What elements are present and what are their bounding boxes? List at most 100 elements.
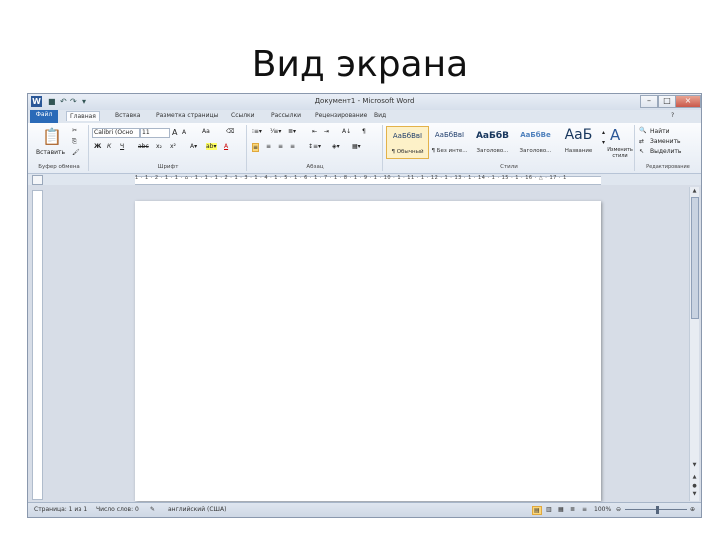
- scroll-thumb[interactable]: [691, 197, 699, 319]
- scroll-up-icon[interactable]: ▲: [690, 188, 699, 194]
- next-page-icon[interactable]: ▼: [690, 491, 699, 497]
- tab-insert[interactable]: Вставка: [112, 111, 143, 120]
- increase-indent-icon[interactable]: ⇥: [324, 128, 329, 135]
- align-left-icon[interactable]: ≡: [252, 143, 260, 152]
- tab-file[interactable]: Файл: [30, 110, 58, 123]
- underline-button[interactable]: Ч: [120, 143, 124, 150]
- strike-button[interactable]: abc: [138, 143, 149, 150]
- align-right-icon[interactable]: ≡: [278, 143, 283, 150]
- tab-selector-icon[interactable]: [32, 175, 43, 185]
- tab-mailings[interactable]: Рассылки: [268, 111, 304, 120]
- full-screen-icon[interactable]: ▥: [546, 506, 552, 513]
- line-spacing-icon[interactable]: ↕≡▾: [308, 143, 321, 150]
- font-name-select[interactable]: Calibri (Осно: [92, 128, 140, 138]
- style-no-spacing[interactable]: АаБбВвІ ¶ Без инте...: [429, 126, 470, 157]
- bullets-icon[interactable]: ⁝≡▾: [252, 128, 262, 135]
- word-count[interactable]: Число слов: 0: [96, 506, 139, 513]
- change-styles-button[interactable]: Изменить стили: [606, 147, 634, 159]
- borders-icon[interactable]: ▦▾: [352, 143, 361, 150]
- minimize-button[interactable]: –: [640, 95, 658, 108]
- style-name: Название: [564, 148, 593, 154]
- decrease-indent-icon[interactable]: ⇤: [312, 128, 317, 135]
- vertical-ruler: [32, 190, 43, 500]
- style-heading-1[interactable]: АаБбВ Заголово...: [472, 126, 513, 157]
- tab-page-layout[interactable]: Разметка страницы: [153, 111, 221, 120]
- bold-button[interactable]: Ж: [94, 143, 101, 150]
- status-bar: Страница: 1 из 1 Число слов: 0 ✎ английс…: [28, 502, 701, 517]
- ribbon: 📋 Вставить ✂ ⎘ 🖌 Буфер обмена Calibri (О…: [28, 123, 701, 174]
- title-bar: W ■ ↶ ↷ ▾ Документ1 - Microsoft Word – □…: [28, 94, 701, 110]
- style-title[interactable]: АаБ Название: [558, 126, 599, 157]
- copy-icon[interactable]: ⎘: [72, 138, 77, 146]
- select-icon[interactable]: ↖: [639, 148, 644, 155]
- language-status[interactable]: английский (США): [168, 506, 226, 513]
- print-layout-icon[interactable]: ▤: [532, 506, 542, 515]
- superscript-button[interactable]: x²: [170, 143, 176, 150]
- replace-button[interactable]: Заменить: [650, 138, 681, 145]
- web-layout-icon[interactable]: ▦: [558, 506, 564, 513]
- paste-icon: 📋: [42, 127, 62, 146]
- editing-label: Редактирование: [646, 164, 690, 170]
- find-button[interactable]: Найти: [650, 128, 669, 135]
- zoom-out-icon[interactable]: ⊖: [616, 506, 621, 513]
- zoom-in-icon[interactable]: ⊕: [690, 506, 695, 513]
- maximize-button[interactable]: □: [658, 95, 676, 108]
- document-page[interactable]: [135, 201, 601, 501]
- tab-home[interactable]: Главная: [66, 111, 100, 121]
- replace-icon[interactable]: ⇄: [639, 138, 644, 145]
- select-button[interactable]: Выделить: [650, 148, 681, 155]
- browse-object-icon[interactable]: ●: [690, 483, 699, 489]
- style-preview: АаБбВе: [520, 131, 551, 139]
- group-clipboard: 📋 Вставить ✂ ⎘ 🖌 Буфер обмена: [30, 125, 89, 171]
- grow-font-button[interactable]: A: [172, 128, 177, 137]
- justify-icon[interactable]: ≡: [290, 143, 295, 150]
- page-count[interactable]: Страница: 1 из 1: [34, 506, 87, 513]
- tab-view[interactable]: Вид: [371, 111, 389, 120]
- multilevel-list-icon[interactable]: ≣▾: [288, 128, 296, 135]
- outline-icon[interactable]: ≣: [570, 506, 575, 513]
- find-icon[interactable]: 🔍: [639, 127, 646, 134]
- draft-icon[interactable]: ≡: [582, 506, 587, 513]
- italic-button[interactable]: К: [107, 143, 111, 150]
- style-name: ¶ Без инте...: [431, 148, 468, 154]
- numbering-icon[interactable]: ⅟≡▾: [270, 128, 281, 135]
- group-editing: 🔍 Найти ⇄ Заменить ↖ Выделить Редактиров…: [636, 125, 700, 171]
- style-name: Заголово...: [519, 148, 552, 154]
- previous-page-icon[interactable]: ▲: [690, 474, 699, 480]
- shrink-font-button[interactable]: A: [182, 129, 186, 136]
- highlight-icon[interactable]: ab▾: [206, 143, 217, 150]
- styles-scroll-down-icon[interactable]: ▾: [602, 139, 605, 146]
- tab-review[interactable]: Рецензирование: [312, 111, 370, 120]
- font-label: Шрифт: [157, 164, 179, 170]
- tab-references[interactable]: Ссылки: [228, 111, 258, 120]
- cut-icon[interactable]: ✂: [72, 127, 77, 134]
- paragraph-label: Абзац: [306, 164, 324, 170]
- shading-icon[interactable]: ◈▾: [332, 143, 340, 150]
- help-icon[interactable]: ?: [668, 111, 677, 120]
- ribbon-tabs: Файл Главная Вставка Разметка страницы С…: [28, 110, 701, 123]
- show-marks-button[interactable]: ¶: [362, 128, 366, 135]
- group-font: Calibri (Осно 11 A A Aa ⌫ Ж К Ч abc x₂ x…: [90, 125, 247, 171]
- paste-button[interactable]: Вставить: [36, 149, 65, 156]
- sort-icon[interactable]: A↓: [342, 128, 351, 135]
- style-name: ¶ Обычный: [391, 149, 424, 155]
- font-size-select[interactable]: 11: [140, 128, 170, 138]
- text-effects-icon[interactable]: A▾: [190, 143, 197, 150]
- style-preview: АаБбВ: [475, 131, 510, 141]
- font-color-button[interactable]: A: [224, 143, 228, 150]
- zoom-level[interactable]: 100%: [594, 506, 611, 513]
- scroll-down-icon[interactable]: ▼: [690, 462, 699, 468]
- proofing-icon[interactable]: ✎: [150, 506, 155, 513]
- style-heading-2[interactable]: АаБбВе Заголово...: [515, 126, 556, 157]
- subscript-button[interactable]: x₂: [156, 143, 162, 150]
- style-normal[interactable]: АаБбВвІ ¶ Обычный: [386, 126, 429, 159]
- style-preview: АаБ: [564, 127, 593, 143]
- format-painter-icon[interactable]: 🖌: [72, 149, 80, 156]
- vertical-scrollbar[interactable]: ▲ ▼ ▲ ● ▼: [689, 187, 699, 501]
- align-center-icon[interactable]: ≡: [266, 143, 271, 150]
- zoom-slider-knob[interactable]: [656, 506, 659, 514]
- styles-scroll-up-icon[interactable]: ▴: [602, 129, 605, 136]
- clear-format-icon[interactable]: ⌫: [226, 128, 234, 135]
- change-case-button[interactable]: Aa: [202, 128, 210, 135]
- close-button[interactable]: ×: [675, 95, 701, 108]
